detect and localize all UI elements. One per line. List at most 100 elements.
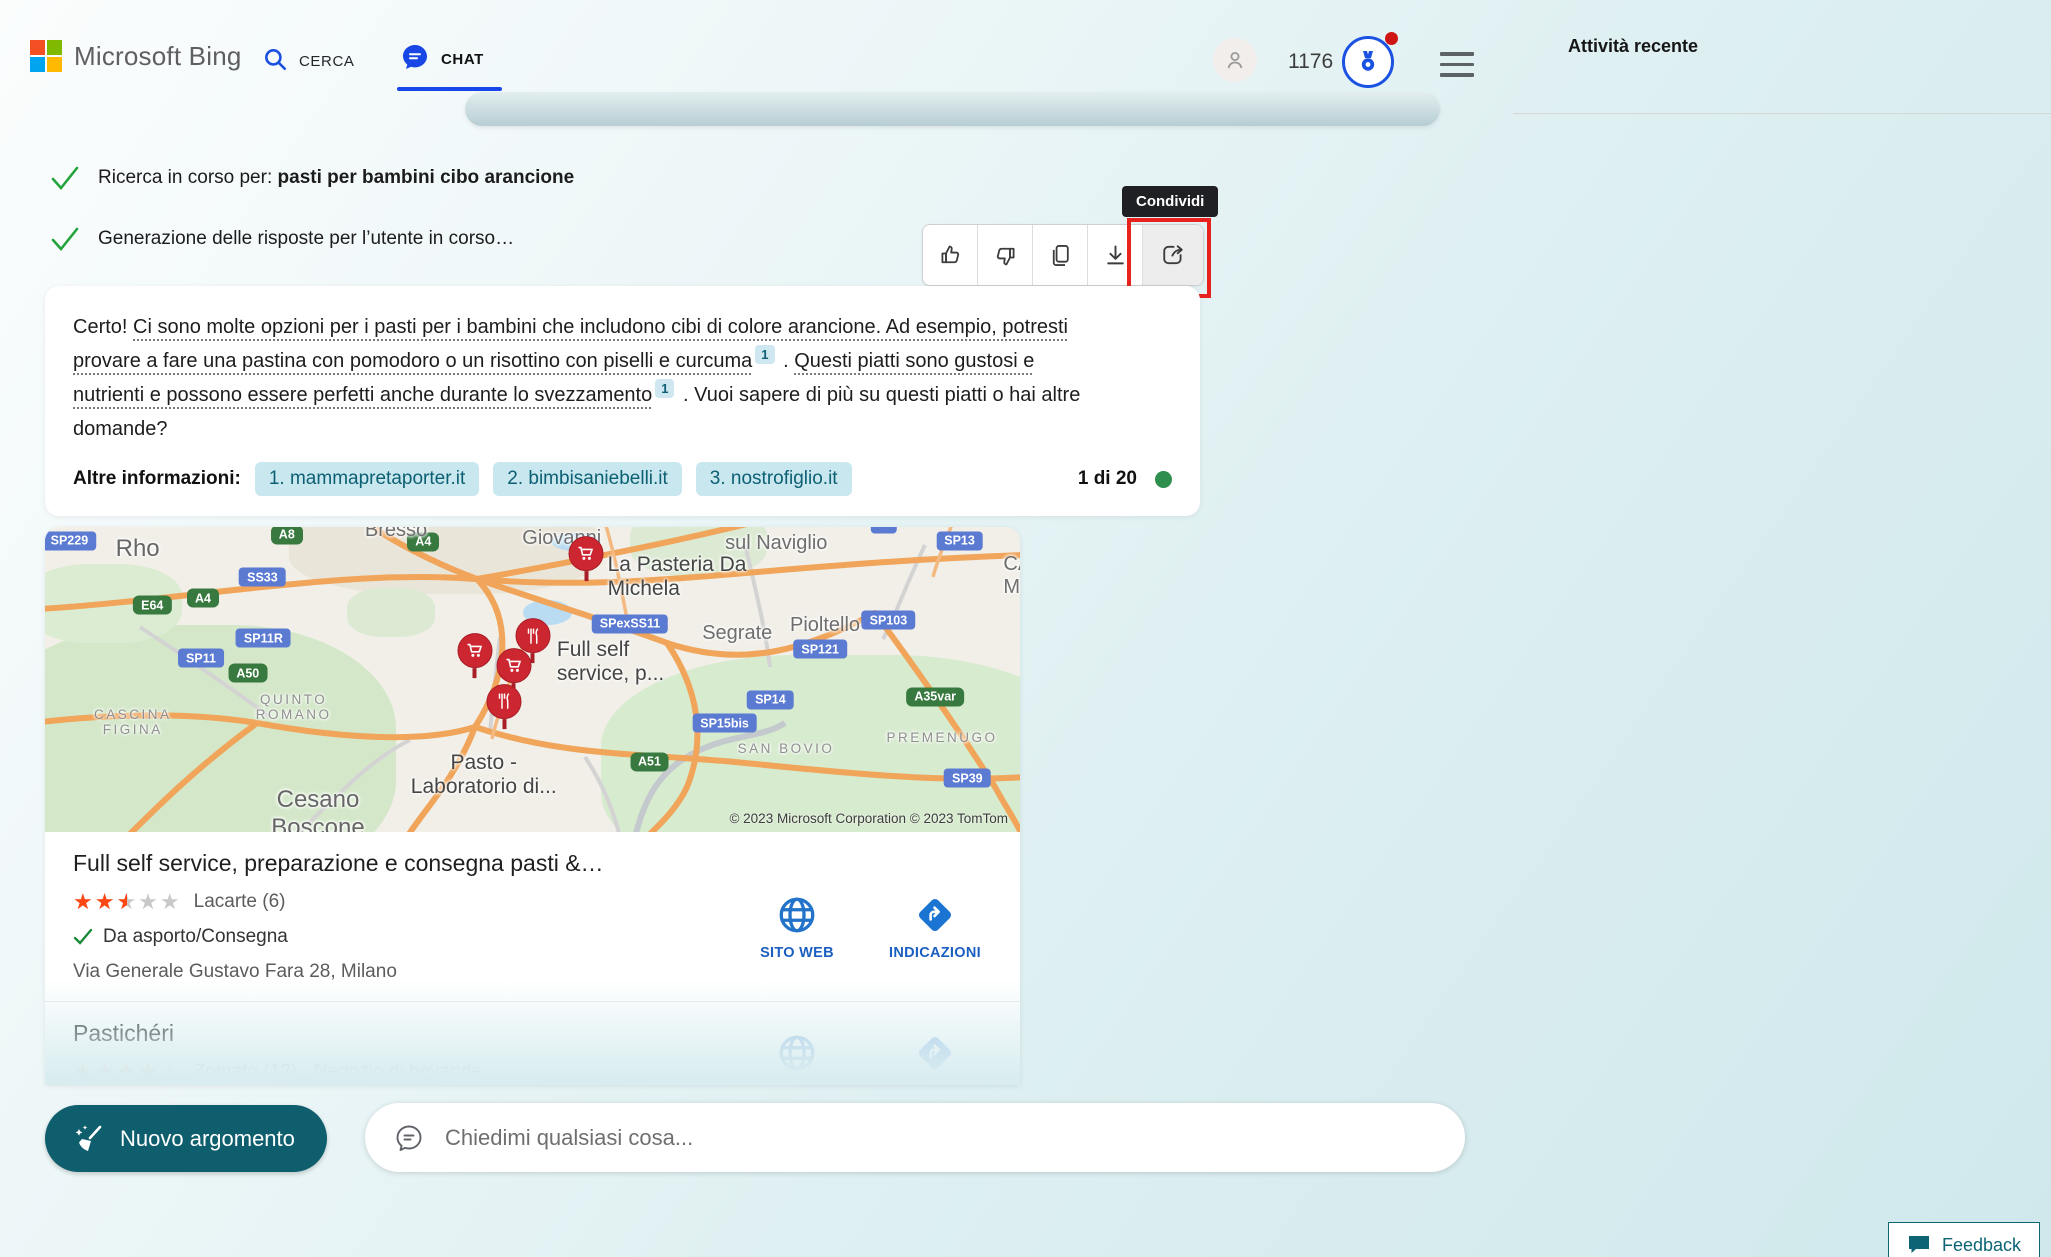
source-pill[interactable]: 3. nostrofiglio.it [696, 462, 852, 496]
brand-name: Microsoft Bing [74, 41, 242, 72]
new-topic-label: Nuovo argomento [120, 1126, 295, 1152]
local-results-card: © 2023 Microsoft Corporation © 2023 TomT… [45, 527, 1020, 1085]
source-pills: 1. mammapretaporter.it 2. bimbisaniebelli… [255, 462, 852, 496]
map-route-badge: SS33 [239, 568, 286, 587]
map-pin-utensils[interactable] [487, 684, 522, 729]
business-address: Via Generale Gustavo Fara 28, Milano [73, 961, 992, 983]
chat-input-container [365, 1103, 1465, 1172]
map-place-label: PREMENUGO [886, 730, 997, 745]
tab-chat[interactable]: CHAT [400, 42, 484, 77]
thumbs-up-button[interactable] [923, 225, 978, 285]
map-route-badge: SP11 [178, 649, 224, 668]
map-route-badge: SP229 [45, 531, 96, 550]
thumbs-down-button[interactable] [978, 225, 1033, 285]
answer-segment: . [778, 350, 795, 372]
directions-button[interactable]: INDICAZIONI [875, 894, 995, 961]
map-route-badge: SP11R [236, 629, 291, 648]
business-listing-2: Pastichéri ★★★★★★★★★★ Zomato (12) · Nego… [45, 1002, 1020, 1085]
bing-logo[interactable]: Microsoft Bing [30, 40, 242, 72]
notification-dot [1385, 32, 1398, 45]
map-route-badge: A4 [187, 589, 219, 608]
sidebar-divider [1513, 113, 2051, 114]
feedback-label: Feedback [1942, 1235, 2021, 1256]
recent-activity-title: Attività recente [1568, 36, 1698, 57]
profile-avatar[interactable] [1213, 38, 1257, 82]
source-pill[interactable]: 1. mammapretaporter.it [255, 462, 479, 496]
service-text: Da asporto/Consegna [103, 926, 288, 948]
map-route-badge: E64 [133, 596, 171, 615]
map-route-badge: A50 [228, 664, 267, 683]
map-route-badge: SP39 [944, 769, 991, 788]
map-route-badge: SPexSS11 [592, 614, 668, 633]
copy-icon [1047, 242, 1074, 269]
tab-search[interactable]: CERCA [262, 46, 355, 77]
share-icon [1159, 241, 1187, 269]
citation-marker[interactable]: 1 [755, 345, 774, 364]
share-tooltip: Condividi [1122, 186, 1218, 217]
map-place-label: Rho [116, 535, 160, 563]
business-title[interactable]: Full self service, preparazione e conseg… [73, 850, 992, 877]
map-place-label: Pasto -Laboratorio di... [411, 751, 557, 799]
share-button[interactable] [1143, 225, 1203, 285]
map-attribution: © 2023 Microsoft Corporation © 2023 TomT… [729, 811, 1008, 826]
map-place-label: Pioltello [790, 614, 860, 637]
citation-marker[interactable]: 1 [655, 379, 674, 398]
new-topic-button[interactable]: Nuovo argomento [45, 1105, 327, 1172]
bing-chat-page: Microsoft Bing CERCA CHAT 1176 Attività … [0, 0, 2051, 1257]
website-button[interactable] [737, 1032, 857, 1074]
map-place-label: SAN BOVIO [738, 741, 835, 756]
status-generating: Generazione delle risposte per l’utente … [50, 225, 514, 253]
broom-icon [71, 1122, 105, 1156]
map-pin-cart[interactable] [569, 536, 604, 581]
map-place-label: sul Naviglio [725, 532, 827, 555]
map-route-badge: SP103 [862, 611, 916, 630]
map-place-label: Bresso [365, 527, 427, 542]
hamburger-menu[interactable] [1440, 52, 1474, 84]
rating-text: Zomato (12) · Negozio di bevande [194, 1061, 482, 1083]
directions-button[interactable] [875, 1032, 995, 1074]
map-route-badge: A8 [271, 527, 303, 544]
answer-segment: Certo! [73, 316, 133, 338]
star-rating: ★★★★★★★★★★ [73, 891, 182, 913]
search-icon [262, 46, 288, 77]
map-place-label: Segrate [702, 622, 772, 645]
tab-search-label: CERCA [299, 53, 355, 70]
map-place-label: CASCINAFIGINA [94, 707, 172, 737]
status-search-prefix: Ricerca in corso per: [98, 167, 278, 188]
star-rating: ★★★★★★★★★★ [73, 1061, 182, 1083]
copy-button[interactable] [1033, 225, 1088, 285]
map[interactable]: © 2023 Microsoft Corporation © 2023 TomT… [45, 527, 1020, 832]
sources-label: Altre informazioni: [73, 468, 241, 490]
rewards-medal-icon[interactable] [1342, 36, 1394, 88]
status-search-query: pasti per bambini cibo arancione [278, 167, 575, 188]
source-pill[interactable]: 2. bimbisaniebelli.it [493, 462, 682, 496]
rating-text: Lacarte (6) [194, 891, 286, 913]
check-icon [73, 928, 93, 946]
map-route-badge: SP14 [747, 690, 794, 709]
map-route-badge: SP121 [793, 640, 847, 659]
feedback-bubble-icon [1907, 1234, 1931, 1256]
microsoft-logo-icon [30, 40, 62, 72]
directions-icon [914, 894, 956, 936]
map-route-badge: A35var [906, 687, 964, 706]
map-route-badge: SP15bis [692, 714, 757, 733]
feedback-button[interactable]: Feedback [1888, 1222, 2040, 1257]
check-icon [50, 225, 80, 253]
rewards-points[interactable]: 1176 [1288, 50, 1333, 74]
download-button[interactable] [1088, 225, 1143, 285]
person-icon [1223, 48, 1247, 72]
answer-card: Certo! Ci sono molte opzioni per i pasti… [45, 286, 1200, 516]
website-button[interactable]: SITO WEB [737, 894, 857, 961]
answer-text: Certo! Ci sono molte opzioni per i pasti… [73, 310, 1108, 446]
chat-input[interactable] [443, 1124, 1437, 1152]
business-listing-1: Full self service, preparazione e conseg… [45, 832, 1020, 997]
previous-message-remnant [465, 92, 1440, 126]
chat-bubble-icon [400, 42, 430, 77]
website-button-label: SITO WEB [760, 945, 834, 961]
map-place-label: La Pasteria DaMichela [608, 553, 747, 601]
map-place-label: QUINTOROMANO [256, 692, 332, 722]
map-place-label: CesanoBoscone [271, 786, 364, 832]
map-pin-cart[interactable] [457, 633, 492, 678]
answer-toolbar [922, 224, 1204, 286]
sources-row: Altre informazioni: 1. mammapretaporter.… [73, 462, 1172, 496]
